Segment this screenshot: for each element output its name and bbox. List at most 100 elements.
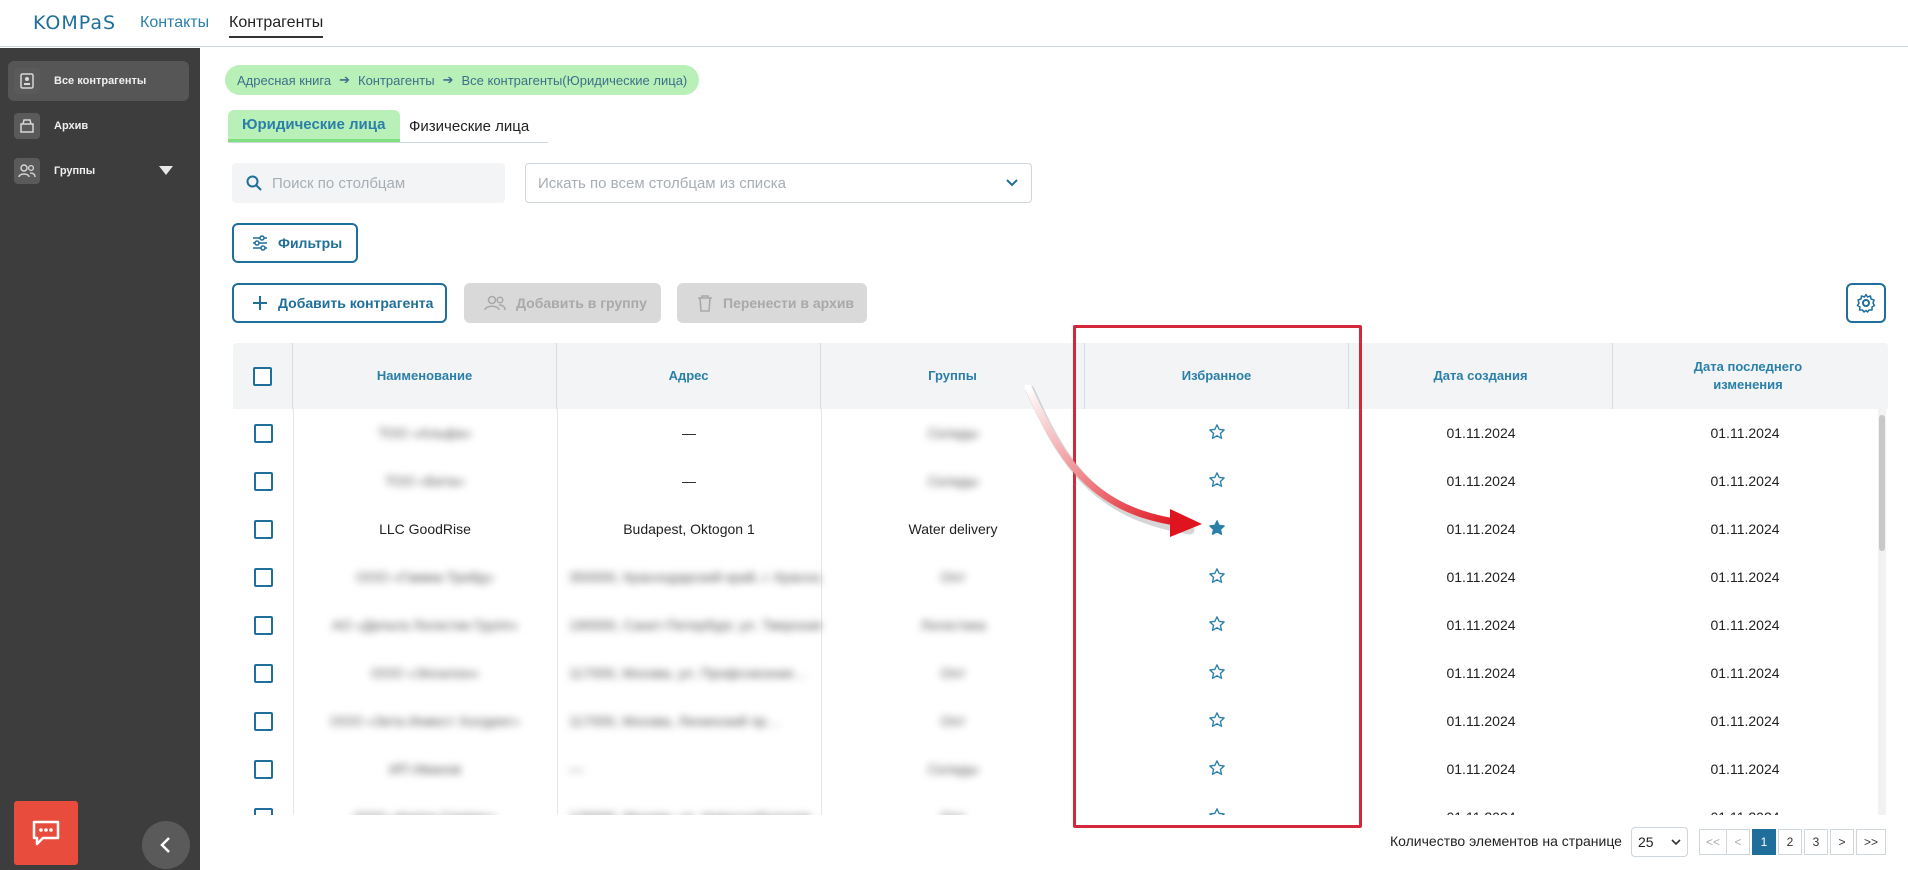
column-header-name[interactable]: Наименование — [293, 343, 557, 409]
move-to-archive-button[interactable]: Перенести в архив — [677, 283, 867, 323]
row-checkbox[interactable] — [253, 615, 273, 635]
row-checkbox-cell — [233, 457, 293, 505]
cell-name[interactable]: ООО «Каппа Сервис» — [293, 793, 557, 815]
table-settings-button[interactable] — [1846, 283, 1886, 323]
search-input[interactable]: Поиск по столбцам — [232, 163, 505, 203]
cell-address: Budapest, Oktogon 1 — [623, 521, 755, 537]
select-all-checkbox[interactable] — [253, 366, 272, 386]
table-row[interactable]: ООО «Каппа Сервис»125000, Москва, ул. Но… — [233, 793, 1873, 815]
row-checkbox-cell — [233, 745, 293, 793]
cell-created: 01.11.2024 — [1349, 793, 1613, 815]
cell-name[interactable]: LLC GoodRise — [293, 505, 557, 553]
archive-icon — [14, 113, 40, 139]
filters-button[interactable]: Фильтры — [232, 223, 358, 263]
page-1-button[interactable]: 1 — [1752, 829, 1776, 855]
cell-modified: 01.11.2024 — [1710, 425, 1780, 441]
row-checkbox[interactable] — [253, 711, 273, 731]
app-logo[interactable]: KOMPaS — [33, 12, 116, 34]
gear-icon — [1856, 293, 1876, 313]
page-size-value: 25 — [1638, 834, 1654, 850]
page-size-label: Количество элементов на странице — [1390, 833, 1622, 849]
row-checkbox[interactable] — [253, 567, 273, 587]
cell-name[interactable]: ООО «Эпсилон» — [293, 649, 557, 697]
cell-name[interactable]: ИП Иванов — [293, 745, 557, 793]
cell-created: 01.11.2024 — [1446, 761, 1516, 777]
cell-address: 350000, Краснодарский край, г. Краснодар… — [569, 569, 821, 585]
collapse-sidebar-button[interactable] — [142, 821, 190, 869]
row-checkbox[interactable] — [253, 471, 273, 491]
row-checkbox[interactable] — [253, 663, 273, 683]
breadcrumb: Адресная книга ➔ Контрагенты ➔ Все контр… — [225, 65, 700, 95]
row-checkbox[interactable] — [253, 759, 273, 779]
cell-modified: 01.11.2024 — [1710, 521, 1780, 537]
cell-created: 01.11.2024 — [1446, 569, 1516, 585]
cell-modified: 01.11.2024 — [1710, 569, 1780, 585]
row-checkbox-cell — [233, 697, 293, 745]
users-icon — [484, 295, 506, 311]
row-checkbox[interactable] — [253, 519, 273, 539]
cell-modified: 01.11.2024 — [1613, 793, 1877, 815]
cell-groups: Логистика — [920, 617, 986, 633]
cell-created: 01.11.2024 — [1446, 425, 1516, 441]
page-size-select[interactable]: 25 — [1631, 827, 1688, 857]
sidebar-item-groups[interactable]: Группы — [8, 151, 189, 191]
cell-name[interactable]: ТОО «Альфа» — [293, 409, 557, 457]
cell-modified: 01.11.2024 — [1710, 617, 1780, 633]
cell-name[interactable]: ООО «Зета Инвест Холдинг» — [293, 697, 557, 745]
search-columns-select[interactable]: Искать по всем столбцам из списка — [525, 163, 1032, 203]
scroll-thumb[interactable] — [1879, 415, 1885, 551]
add-to-group-button[interactable]: Добавить в группу — [464, 283, 661, 323]
select-placeholder: Искать по всем столбцам из списка — [538, 174, 786, 192]
sidebar-item-archive[interactable]: Архив — [8, 106, 189, 146]
page-prev-button[interactable]: < — [1726, 829, 1750, 855]
expand-triangle-icon[interactable] — [159, 166, 173, 175]
cell-address: 117000, Москва, Ленинский пр… — [569, 713, 781, 729]
add-to-group-label: Добавить в группу — [516, 295, 647, 311]
select-all-cell — [233, 343, 293, 409]
tab-individuals[interactable]: Физические лица — [409, 110, 539, 142]
tab-legal-entities[interactable]: Юридические лица — [228, 110, 400, 142]
chevron-down-icon — [1006, 179, 1018, 187]
sidebar-item-all-counterparties[interactable]: Все контрагенты — [8, 61, 189, 101]
cell-name[interactable]: ООО «Гамма-Трейд» — [293, 553, 557, 601]
add-counterparty-button[interactable]: Добавить контрагента — [232, 283, 447, 323]
page-next-button[interactable]: > — [1830, 829, 1854, 855]
tabs-divider — [228, 142, 548, 143]
chat-icon — [32, 820, 60, 846]
row-checkbox-cell — [233, 553, 293, 601]
cell-modified: 01.11.2024 — [1710, 713, 1780, 729]
breadcrumb-address-book[interactable]: Адресная книга — [237, 73, 331, 88]
table-scrollbar[interactable] — [1878, 409, 1886, 815]
breadcrumb-counterparties[interactable]: Контрагенты — [358, 73, 435, 88]
row-checkbox[interactable] — [253, 423, 273, 443]
nav-contacts[interactable]: Контакты — [140, 14, 209, 32]
cell-created: 01.11.2024 — [1446, 713, 1516, 729]
sliders-icon — [253, 235, 267, 251]
page-2-button[interactable]: 2 — [1778, 829, 1802, 855]
column-header-created[interactable]: Дата создания — [1349, 343, 1613, 409]
page-last-button[interactable]: >> — [1856, 829, 1886, 855]
cell-address: — — [569, 761, 583, 777]
table-row[interactable]: ООО «Зета Инвест Холдинг» 117000, Москва,… — [233, 697, 1873, 745]
nav-counterparties[interactable]: Контрагенты — [229, 14, 324, 38]
cell-address: — — [682, 473, 696, 489]
row-checkbox[interactable] — [253, 807, 273, 815]
trash-icon — [698, 294, 712, 312]
cell-created: 01.11.2024 — [1446, 617, 1516, 633]
row-checkbox-cell — [233, 505, 293, 553]
top-bar: KOMPaS Контакты Контрагенты — [0, 0, 1908, 47]
column-header-address[interactable]: Адрес — [557, 343, 821, 409]
breadcrumb-current: Все контрагенты(Юридические лица) — [461, 72, 688, 88]
table-row[interactable]: ИП Иванов — Склады 01.11.2024 01.11.2024 — [233, 745, 1873, 793]
contact-card-icon — [14, 68, 40, 94]
page-first-button[interactable]: << — [1699, 829, 1727, 855]
table-row[interactable]: АО «Дельта Логистик Групп» 190000, Санкт-… — [233, 601, 1873, 649]
table-row[interactable]: ООО «Гамма-Трейд» 350000, Краснодарский к… — [233, 553, 1873, 601]
table-row[interactable]: ООО «Эпсилон» 117000, Москва, ул. Профсою… — [233, 649, 1873, 697]
cell-name[interactable]: ТОО «Бета» — [293, 457, 557, 505]
chevron-left-icon — [160, 837, 170, 853]
cell-name[interactable]: АО «Дельта Логистик Групп» — [293, 601, 557, 649]
chat-support-button[interactable] — [14, 801, 78, 865]
page-3-button[interactable]: 3 — [1804, 829, 1828, 855]
column-header-modified[interactable]: Дата последнего изменения — [1613, 343, 1883, 409]
